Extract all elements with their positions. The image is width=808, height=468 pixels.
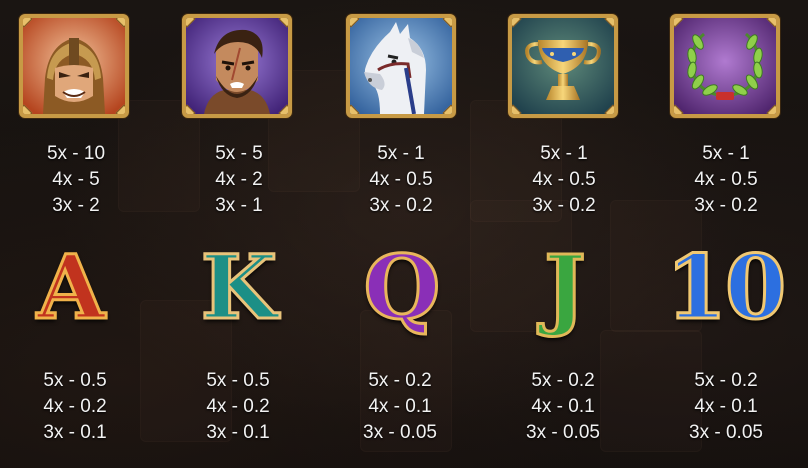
payout-4x: 4x - 0.5 [532, 169, 596, 190]
payout-5x: 5x - 1 [540, 143, 588, 164]
laurel-wreath-icon [674, 18, 776, 114]
payout-3x: 3x - 0.2 [532, 195, 596, 216]
payout-4x: 4x - 0.2 [43, 396, 107, 417]
symbol-letter-j: J [543, 234, 588, 341]
payout-3x: 3x - 0.2 [694, 195, 758, 216]
payout-3x: 3x - 0.05 [689, 422, 763, 443]
payout-4x: 4x - 0.5 [694, 169, 758, 190]
payout-4x: 4x - 0.1 [368, 396, 432, 417]
payout-cup: 5x - 1 4x - 0.5 3x - 0.2 [504, 141, 624, 219]
payout-3x: 3x - 0.05 [363, 422, 437, 443]
payout-j: 5x - 0.2 4x - 0.1 3x - 0.05 [503, 368, 623, 446]
payout-4x: 4x - 0.1 [694, 396, 758, 417]
payout-10: 5x - 0.2 4x - 0.1 3x - 0.05 [666, 368, 786, 446]
payout-3x: 3x - 0.1 [43, 422, 107, 443]
payout-horse: 5x - 1 4x - 0.5 3x - 0.2 [341, 141, 461, 219]
symbol-frame-cup [508, 14, 618, 118]
payout-4x: 4x - 2 [215, 169, 263, 190]
symbol-letter-a: A [35, 234, 106, 341]
symbol-frame-horse [346, 14, 456, 118]
payout-3x: 3x - 0.2 [369, 195, 433, 216]
payout-5x: 5x - 0.2 [531, 370, 595, 391]
payout-3x: 3x - 0.1 [206, 422, 270, 443]
white-horse-icon [350, 18, 452, 114]
payout-5x: 5x - 0.5 [43, 370, 107, 391]
payout-5x: 5x - 0.5 [206, 370, 270, 391]
payout-5x: 5x - 0.2 [694, 370, 758, 391]
payout-k: 5x - 0.5 4x - 0.2 3x - 0.1 [178, 368, 298, 446]
payout-3x: 3x - 0.05 [526, 422, 600, 443]
payout-5x: 5x - 0.2 [368, 370, 432, 391]
gladiator-icon [186, 18, 288, 114]
payout-a: 5x - 0.5 4x - 0.2 3x - 0.1 [15, 368, 135, 446]
symbol-frame-wreath [670, 14, 780, 118]
payout-gladiator: 5x - 5 4x - 2 3x - 1 [179, 141, 299, 219]
payout-q: 5x - 0.2 4x - 0.1 3x - 0.05 [340, 368, 460, 446]
symbol-number-10: 10 [664, 234, 787, 341]
spartan-helmet-icon [23, 18, 125, 114]
payout-4x: 4x - 5 [52, 169, 100, 190]
payout-4x: 4x - 0.1 [531, 396, 595, 417]
payout-4x: 4x - 0.5 [369, 169, 433, 190]
golden-cup-icon [512, 18, 614, 114]
payout-3x: 3x - 2 [52, 195, 100, 216]
payout-3x: 3x - 1 [215, 195, 263, 216]
payout-5x: 5x - 10 [46, 143, 106, 164]
payout-5x: 5x - 1 [702, 143, 750, 164]
payout-wreath: 5x - 1 4x - 0.5 3x - 0.2 [666, 141, 786, 219]
symbol-letter-q: Q [362, 234, 442, 341]
symbol-frame-gladiator [182, 14, 292, 118]
payout-warrior: 5x - 10 4x - 5 3x - 2 [16, 141, 136, 219]
payout-4x: 4x - 0.2 [206, 396, 270, 417]
payout-5x: 5x - 5 [215, 143, 263, 164]
symbol-frame-warrior [19, 14, 129, 118]
payout-5x: 5x - 1 [377, 143, 425, 164]
symbol-letter-k: K [199, 234, 278, 341]
